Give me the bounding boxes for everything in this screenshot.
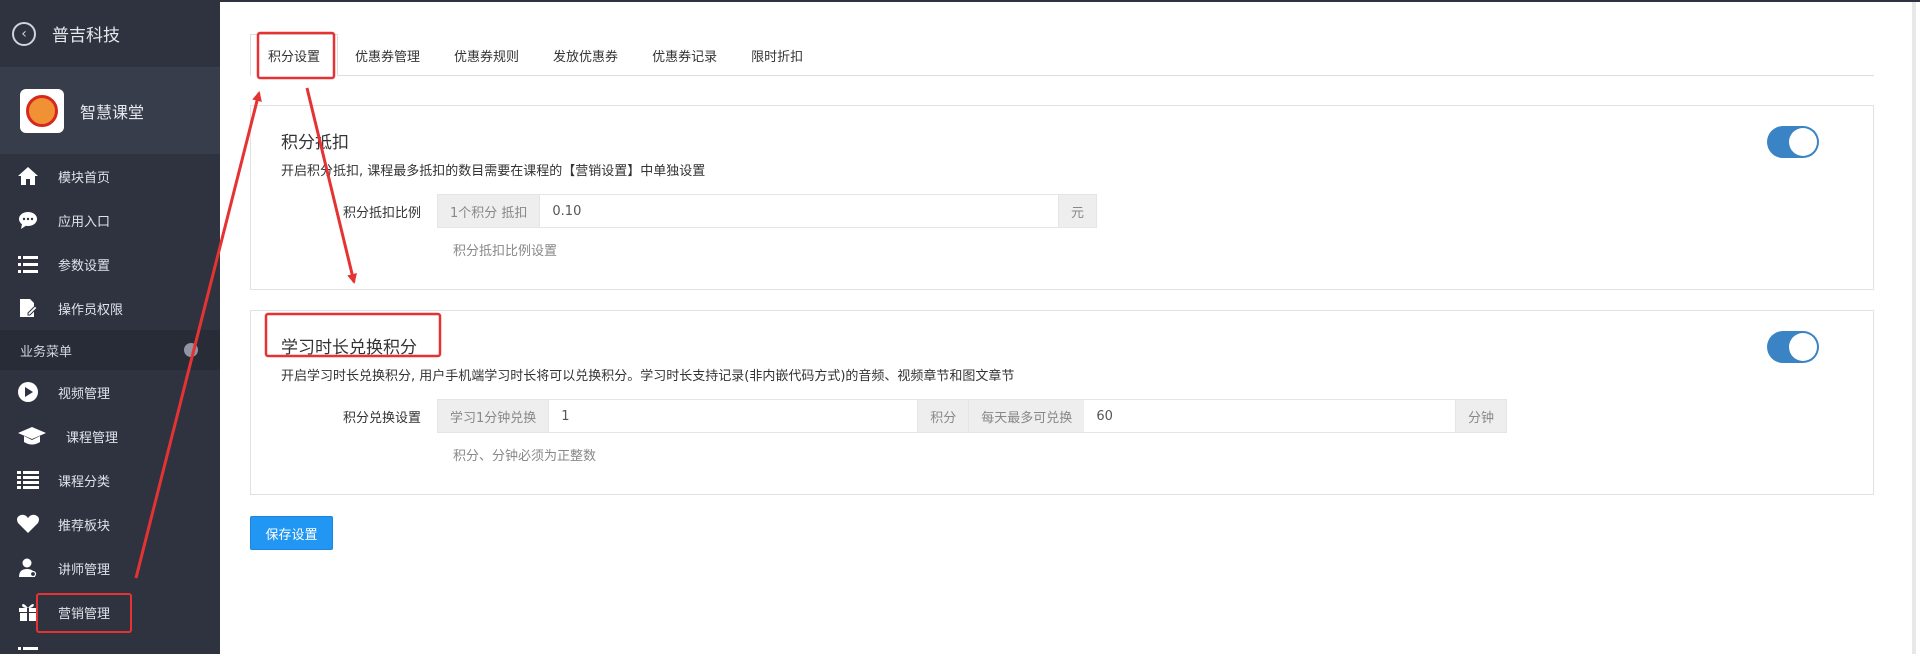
points-deduction-panel: 积分抵扣 开启积分抵扣, 课程最多抵扣的数目需要在课程的【营销设置】中单独设置 … — [250, 105, 1874, 290]
deduction-ratio-group: 1个积分 抵扣 0.10 元 — [437, 194, 1097, 228]
sidebar-item-operators[interactable]: 操作员权限 — [0, 286, 220, 330]
play-icon — [16, 380, 40, 404]
help-text: 积分、分钟必须为正整数 — [453, 449, 597, 464]
home-icon — [16, 164, 40, 188]
daily-max-prefix: 每天最多可兑换 — [968, 400, 1085, 432]
scrollbar[interactable] — [1912, 2, 1916, 654]
save-button[interactable]: 保存设置 — [250, 516, 333, 550]
panel-title: 学习时长兑换积分 — [281, 338, 417, 358]
collapse-icon[interactable] — [184, 343, 198, 357]
sidebar-item-more[interactable] — [0, 634, 220, 654]
sidebar-item-marketing[interactable]: 营销管理 — [0, 590, 220, 634]
daily-max-minutes-input[interactable]: 60 — [1084, 400, 1455, 432]
sidebar-item-params[interactable]: 参数设置 — [0, 242, 220, 286]
tab-issue-coupon[interactable]: 发放优惠券 — [536, 34, 635, 76]
tab-points-settings[interactable]: 积分设置 — [250, 34, 339, 76]
ratio-unit: 元 — [1057, 195, 1096, 227]
sidebar-item-label: 模块首页 — [58, 170, 111, 186]
chat-icon — [16, 208, 40, 232]
app-name: 智慧课堂 — [80, 103, 145, 122]
back-icon[interactable]: ‹ — [12, 21, 36, 46]
sidebar-item-teacher[interactable]: 讲师管理 — [0, 546, 220, 590]
ratio-prefix: 1个积分 抵扣 — [438, 195, 541, 227]
deduction-ratio-input[interactable]: 0.10 — [540, 195, 1058, 227]
panel-description: 开启积分抵扣, 课程最多抵扣的数目需要在课程的【营销设置】中单独设置 — [281, 164, 706, 179]
sidebar-item-app-entry[interactable]: 应用入口 — [0, 198, 220, 242]
teacher-icon — [16, 556, 40, 580]
exchange-group: 学习1分钟兑换 1 积分 每天最多可兑换 60 分钟 — [437, 399, 1507, 433]
sidebar-item-label: 讲师管理 — [58, 562, 111, 578]
tab-coupon-rules[interactable]: 优惠券规则 — [437, 34, 536, 76]
business-menu-group[interactable]: 业务菜单 — [0, 330, 220, 370]
sidebar-item-video[interactable]: 视频管理 — [0, 370, 220, 414]
points-unit: 积分 — [917, 400, 969, 432]
app-header: 智慧课堂 — [0, 68, 220, 154]
company-name: 普吉科技 — [52, 26, 120, 46]
sidebar-item-label: 课程管理 — [66, 430, 119, 446]
main-content: 积分设置 优惠券管理 优惠券规则 发放优惠券 优惠券记录 限时折扣 积分抵扣 开… — [220, 2, 1920, 654]
list-settings-icon — [16, 252, 40, 276]
sidebar-item-category[interactable]: 课程分类 — [0, 458, 220, 502]
sidebar-item-course[interactable]: 课程管理 — [0, 414, 220, 458]
points-deduction-toggle[interactable] — [1767, 126, 1819, 158]
sidebar-item-label: 操作员权限 — [58, 302, 124, 318]
sidebar-item-label: 参数设置 — [58, 258, 111, 274]
list-icon — [16, 644, 40, 654]
minutes-unit: 分钟 — [1454, 400, 1506, 432]
graduation-cap-icon — [16, 424, 48, 448]
tab-flash-discount[interactable]: 限时折扣 — [734, 34, 820, 76]
sidebar-item-label: 推荐板块 — [58, 518, 111, 534]
sidebar-header: ‹ 普吉科技 — [0, 0, 220, 68]
sidebar-item-label: 视频管理 — [58, 386, 111, 402]
sidebar: ‹ 普吉科技 智慧课堂 模块首页 应用入口 参数设置 操作员权限 业务菜单 视频… — [0, 0, 220, 654]
panel-description: 开启学习时长兑换积分, 用户手机端学习时长将可以兑换积分。学习时长支持记录(非内… — [281, 369, 1015, 384]
sidebar-item-label: 应用入口 — [58, 214, 111, 230]
sidebar-item-label: 课程分类 — [58, 474, 111, 490]
annotation-box — [36, 593, 132, 633]
tab-coupon-records[interactable]: 优惠券记录 — [635, 34, 734, 76]
app-logo — [20, 89, 64, 133]
study-exchange-toggle[interactable] — [1767, 331, 1819, 363]
exchange-prefix: 学习1分钟兑换 — [438, 400, 550, 432]
points-per-minute-input[interactable]: 1 — [549, 400, 917, 432]
exchange-settings-row: 积分兑换设置 学习1分钟兑换 1 积分 每天最多可兑换 60 分钟 — [281, 399, 1507, 433]
field-label: 积分兑换设置 — [342, 410, 421, 426]
heart-icon — [16, 512, 40, 536]
study-exchange-panel: 学习时长兑换积分 开启学习时长兑换积分, 用户手机端学习时长将可以兑换积分。学习… — [250, 310, 1874, 495]
field-label: 积分抵扣比例 — [342, 205, 421, 221]
tab-coupon-manage[interactable]: 优惠券管理 — [338, 34, 437, 76]
tab-bar: 积分设置 优惠券管理 优惠券规则 发放优惠券 优惠券记录 限时折扣 — [250, 34, 1874, 76]
sidebar-item-home[interactable]: 模块首页 — [0, 154, 220, 198]
deduction-ratio-row: 积分抵扣比例 1个积分 抵扣 0.10 元 — [281, 194, 1097, 228]
sidebar-item-recommend[interactable]: 推荐板块 — [0, 502, 220, 546]
help-text: 积分抵扣比例设置 — [453, 244, 558, 259]
edit-document-icon — [16, 296, 40, 320]
group-label: 业务菜单 — [20, 344, 73, 360]
list-icon — [16, 468, 40, 492]
panel-title: 积分抵扣 — [281, 133, 349, 153]
